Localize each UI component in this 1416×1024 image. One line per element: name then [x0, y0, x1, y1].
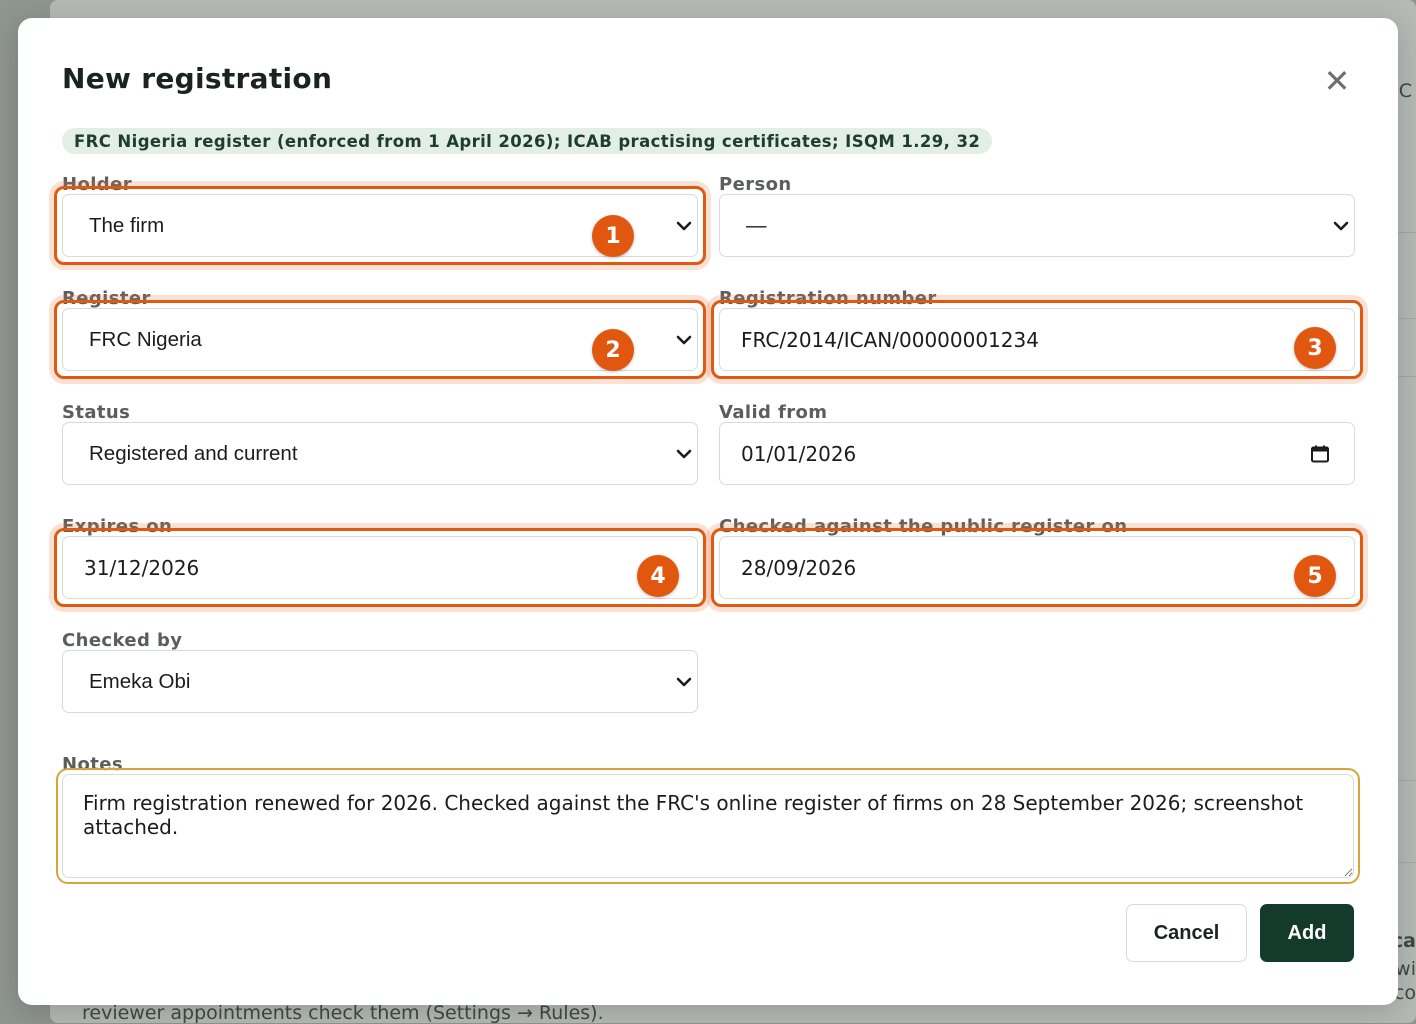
background-divider [1398, 780, 1416, 781]
background-text-fragment: wi [1395, 958, 1416, 980]
expires-on-label: Expires on [62, 516, 173, 537]
person-field: Person — [719, 174, 1355, 257]
checked-by-label: Checked by [62, 630, 183, 651]
checked-by-select[interactable]: Emeka Obi [62, 650, 698, 713]
registration-number-field: Registration number FRC/2014/ICAN/000000… [711, 288, 1363, 379]
annotation-marker-2: 2 [592, 329, 634, 371]
checked-on-date-input[interactable]: 28/09/2026 [719, 536, 1355, 599]
valid-from-label: Valid from [719, 402, 828, 423]
annotation-marker-5: 5 [1294, 555, 1336, 597]
checked-on-field: Checked against the public register on 2… [711, 516, 1363, 607]
registration-number-value: FRC/2014/ICAN/00000001234 [741, 327, 1039, 352]
background-text-fragment: C [1398, 80, 1412, 102]
cancel-button[interactable]: Cancel [1126, 904, 1247, 962]
valid-from-date-input[interactable]: 01/01/2026 [719, 422, 1355, 485]
status-label: Status [62, 402, 131, 423]
background-footer-text: reviewer appointments check them (Settin… [82, 1002, 604, 1024]
valid-from-field: Valid from 01/01/2026 [719, 402, 1355, 485]
chevron-down-icon [676, 335, 692, 344]
close-icon[interactable]: ✕ [1320, 62, 1354, 100]
notes-field: Notes Firm registration renewed for 2026… [56, 754, 1360, 884]
register-label: Register [62, 288, 151, 309]
notes-label: Notes [62, 754, 123, 775]
holder-value: The firm [89, 213, 165, 237]
person-label: Person [719, 174, 792, 195]
checked-on-label: Checked against the public register on [719, 516, 1128, 537]
add-button[interactable]: Add [1260, 904, 1354, 962]
valid-from-value: 01/01/2026 [741, 441, 857, 466]
background-divider [1398, 376, 1416, 377]
person-value: — [746, 213, 767, 237]
new-registration-dialog: New registration ✕ FRC Nigeria register … [18, 18, 1398, 1005]
chevron-down-icon [676, 449, 692, 458]
status-select[interactable]: Registered and current [62, 422, 698, 485]
register-value: FRC Nigeria [89, 327, 202, 351]
chevron-down-icon [1333, 221, 1349, 230]
dialog-title: New registration [62, 62, 333, 95]
checked-by-field: Checked by Emeka Obi [62, 630, 698, 713]
status-value: Registered and current [89, 441, 298, 465]
checked-by-value: Emeka Obi [89, 669, 191, 693]
background-divider [1398, 318, 1416, 319]
annotation-marker-3: 3 [1294, 327, 1336, 369]
holder-field: Holder The firm 1 [54, 174, 706, 265]
chevron-down-icon [676, 677, 692, 686]
registration-number-label: Registration number [719, 288, 937, 309]
annotation-marker-1: 1 [592, 215, 634, 257]
chevron-down-icon [676, 221, 692, 230]
expires-on-value: 31/12/2026 [84, 555, 200, 580]
holder-label: Holder [62, 174, 132, 195]
background-divider [1398, 232, 1416, 233]
notes-textarea[interactable]: Firm registration renewed for 2026. Chec… [62, 774, 1354, 878]
background-divider [1398, 862, 1416, 863]
registration-number-input[interactable]: FRC/2014/ICAN/00000001234 [719, 308, 1355, 371]
reference-badge: FRC Nigeria register (enforced from 1 Ap… [62, 128, 993, 154]
expires-on-date-input[interactable]: 31/12/2026 [62, 536, 698, 599]
status-field: Status Registered and current [62, 402, 698, 485]
calendar-icon[interactable] [1310, 444, 1330, 464]
person-select[interactable]: — [719, 194, 1355, 257]
checked-on-value: 28/09/2026 [741, 555, 857, 580]
expires-on-field: Expires on 31/12/2026 4 [54, 516, 706, 607]
annotation-marker-4: 4 [637, 555, 679, 597]
register-field: Register FRC Nigeria 2 [54, 288, 706, 379]
